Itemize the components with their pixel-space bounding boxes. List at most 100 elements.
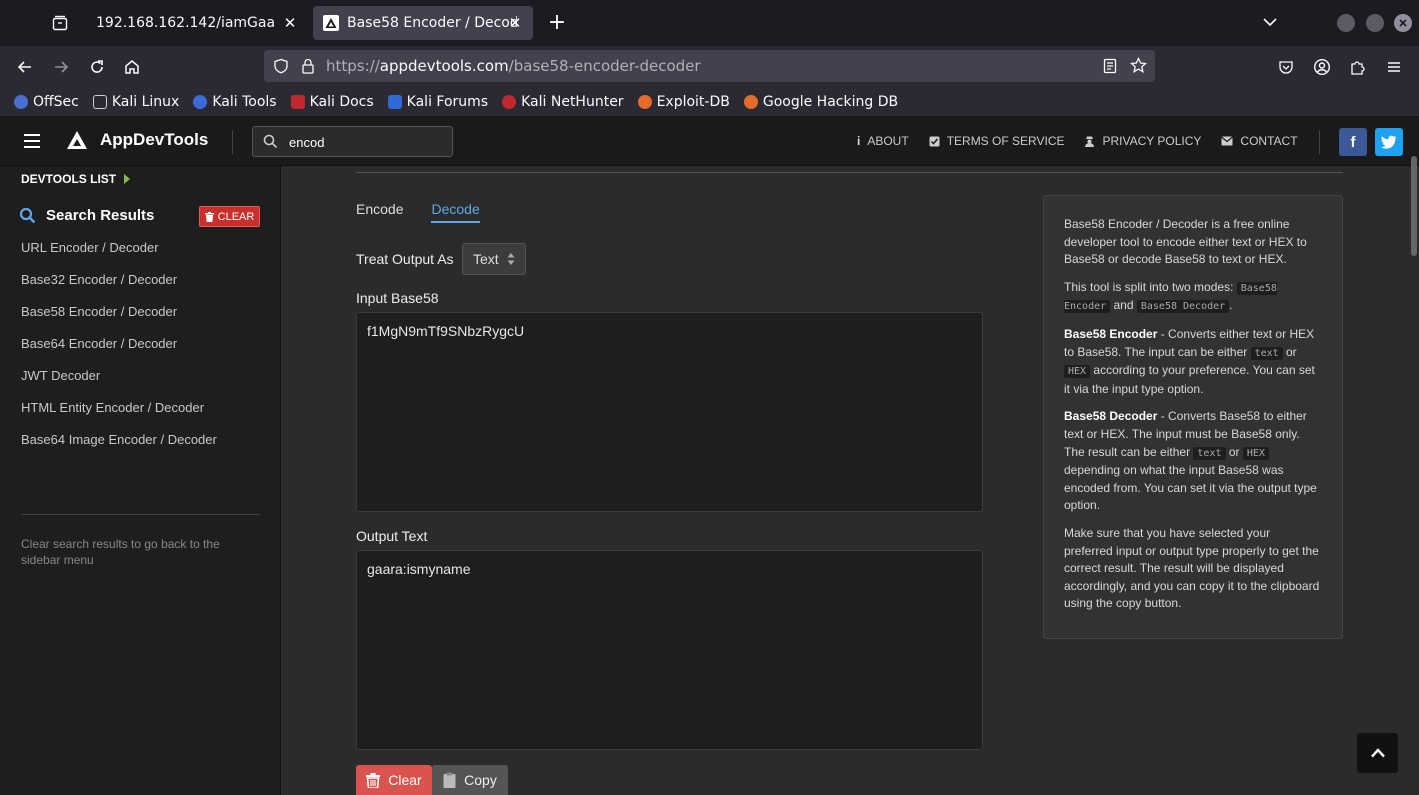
url-scheme: https://	[326, 57, 380, 75]
nav-about[interactable]: i ABOUT	[857, 134, 909, 148]
reader-view-icon[interactable]	[1102, 58, 1118, 74]
nav-privacy[interactable]: PRIVACY POLICY	[1084, 134, 1201, 148]
tab-list-button[interactable]	[44, 8, 76, 38]
tab-decode[interactable]: Decode	[431, 201, 480, 223]
caret-right-icon	[124, 174, 131, 184]
bookmark-kali-nethunter[interactable]: Kali NetHunter	[502, 94, 624, 110]
twitter-icon	[1381, 135, 1397, 149]
search-icon	[19, 207, 36, 224]
info-text: or	[1282, 344, 1297, 359]
checkbox-icon	[929, 136, 940, 146]
bookmark-label: Google Hacking DB	[762, 94, 899, 110]
search-results-heading: Search Results	[19, 207, 154, 224]
nav-terms[interactable]: TERMS OF SERVICE	[929, 134, 1065, 148]
sidebar-toggle-icon[interactable]	[24, 134, 40, 148]
reload-button[interactable]	[82, 52, 112, 82]
sort-arrows-icon	[507, 253, 515, 265]
input-label: Input Base58	[356, 290, 439, 306]
new-tab-button[interactable]: +	[544, 8, 570, 38]
sidebar: DEVTOOLS LIST Search Results CLEAR URL E…	[0, 166, 281, 795]
mode-tabs: Encode Decode	[356, 201, 480, 223]
nav-contact[interactable]: CONTACT	[1221, 134, 1298, 148]
pocket-button[interactable]	[1271, 52, 1301, 82]
info-encoder: Base58 Encoder - Converts either text or…	[1064, 326, 1322, 398]
output-textarea[interactable]: gaara:ismyname	[356, 550, 983, 750]
tab-close-icon[interactable]: ✕	[282, 15, 298, 31]
code-decoder: Base58 Decoder	[1136, 300, 1230, 314]
appdevtools-logo-icon	[67, 131, 87, 149]
scroll-to-top-button[interactable]	[1357, 733, 1398, 773]
bookmark-kali-linux[interactable]: Kali Linux	[92, 94, 180, 110]
output-type-select[interactable]: Text	[462, 243, 526, 275]
kali-nethunter-icon	[502, 95, 517, 109]
chevron-up-icon	[1370, 748, 1385, 758]
page-scrollbar[interactable]	[1411, 156, 1417, 256]
info-modes: This tool is split into two modes: Base5…	[1064, 279, 1322, 316]
arrow-right-icon	[55, 61, 69, 73]
sidebar-item-base58[interactable]: Base58 Encoder / Decoder	[21, 304, 217, 336]
tab-close-icon[interactable]: ✕	[507, 15, 523, 31]
forward-button[interactable]	[46, 52, 76, 82]
search-results-list: URL Encoder / Decoder Base32 Encoder / D…	[21, 240, 217, 464]
search-input[interactable]	[289, 132, 439, 152]
bookmark-label: Exploit-DB	[656, 94, 730, 110]
account-icon	[1313, 58, 1331, 76]
sidebar-item-jwt[interactable]: JWT Decoder	[21, 368, 217, 400]
output-type-value: Text	[473, 251, 499, 267]
tab-encode[interactable]: Encode	[356, 201, 403, 223]
info-text: or	[1225, 444, 1243, 459]
nav-label: TERMS OF SERVICE	[946, 134, 1065, 148]
info-intro: Base58 Encoder / Decoder is a free onlin…	[1064, 217, 1307, 267]
sidebar-item-base32[interactable]: Base32 Encoder / Decoder	[21, 272, 217, 304]
home-button[interactable]	[117, 52, 147, 82]
window-minimize-button[interactable]	[1337, 14, 1355, 32]
clipboard-icon	[443, 772, 456, 788]
tool-search[interactable]	[252, 126, 453, 157]
tab-iamgaara[interactable]: 192.168.162.142/iamGaara ✕	[82, 6, 308, 40]
account-button[interactable]	[1307, 52, 1337, 82]
tab-base58[interactable]: Base58 Encoder / Decoder ✕	[313, 6, 533, 40]
site-logo[interactable]: AppDevTools	[66, 130, 208, 150]
sidebar-item-url-encoder[interactable]: URL Encoder / Decoder	[21, 240, 217, 272]
facebook-button[interactable]: f	[1339, 128, 1367, 156]
user-secret-icon	[1085, 136, 1095, 147]
info-text: .	[1229, 298, 1233, 313]
menu-button[interactable]	[1379, 52, 1409, 82]
bookmark-kali-docs[interactable]: Kali Docs	[290, 94, 374, 110]
extensions-button[interactable]	[1343, 52, 1373, 82]
code-hex: HEX	[1242, 446, 1269, 460]
copy-button[interactable]: Copy	[432, 765, 508, 795]
window-close-button[interactable]	[1394, 14, 1412, 32]
tab-strip: 192.168.162.142/iamGaara ✕ Base58 Encode…	[0, 0, 1419, 46]
clear-button[interactable]: Clear	[356, 765, 432, 795]
trash-icon	[204, 211, 214, 222]
chevron-down-icon[interactable]	[1260, 12, 1280, 34]
bookmark-google-hacking-db[interactable]: Google Hacking DB	[743, 94, 899, 110]
back-button[interactable]	[10, 52, 40, 82]
window-maximize-button[interactable]	[1366, 14, 1384, 32]
bookmark-label: Kali Linux	[111, 94, 180, 110]
info-text: depending on what the input Base58 was e…	[1064, 463, 1317, 513]
clear-label: Clear	[388, 772, 422, 788]
info-text: and	[1110, 298, 1137, 313]
info-text: This tool is split into two modes:	[1064, 279, 1237, 294]
sidebar-item-base64-image[interactable]: Base64 Image Encoder / Decoder	[21, 432, 217, 464]
bookmark-label: Kali Docs	[309, 94, 374, 110]
twitter-button[interactable]	[1375, 128, 1403, 156]
bookmark-kali-forums[interactable]: Kali Forums	[387, 94, 488, 110]
bookmark-exploit-db[interactable]: Exploit-DB	[637, 94, 730, 110]
bookmark-star-icon[interactable]	[1130, 57, 1147, 74]
hamburger-menu-icon	[1388, 62, 1400, 72]
code-text: text	[1193, 446, 1226, 460]
url-bar[interactable]: https://appdevtools.com/base58-encoder-d…	[264, 50, 1155, 82]
sidebar-item-base64[interactable]: Base64 Encoder / Decoder	[21, 336, 217, 368]
bookmark-offsec[interactable]: OffSec	[14, 94, 79, 110]
clear-search-button[interactable]: CLEAR	[199, 206, 260, 227]
sidebar-item-html-entity[interactable]: HTML Entity Encoder / Decoder	[21, 400, 217, 432]
kali-forums-icon	[387, 95, 402, 109]
info-text: according to your preference. You can se…	[1064, 363, 1315, 396]
bookmark-kali-tools[interactable]: Kali Tools	[193, 94, 277, 110]
devtools-list-toggle[interactable]: DEVTOOLS LIST	[21, 172, 131, 186]
input-textarea[interactable]: f1MgN9mTf9SNbzRygcU	[356, 312, 983, 512]
bookmark-label: OffSec	[33, 94, 79, 110]
